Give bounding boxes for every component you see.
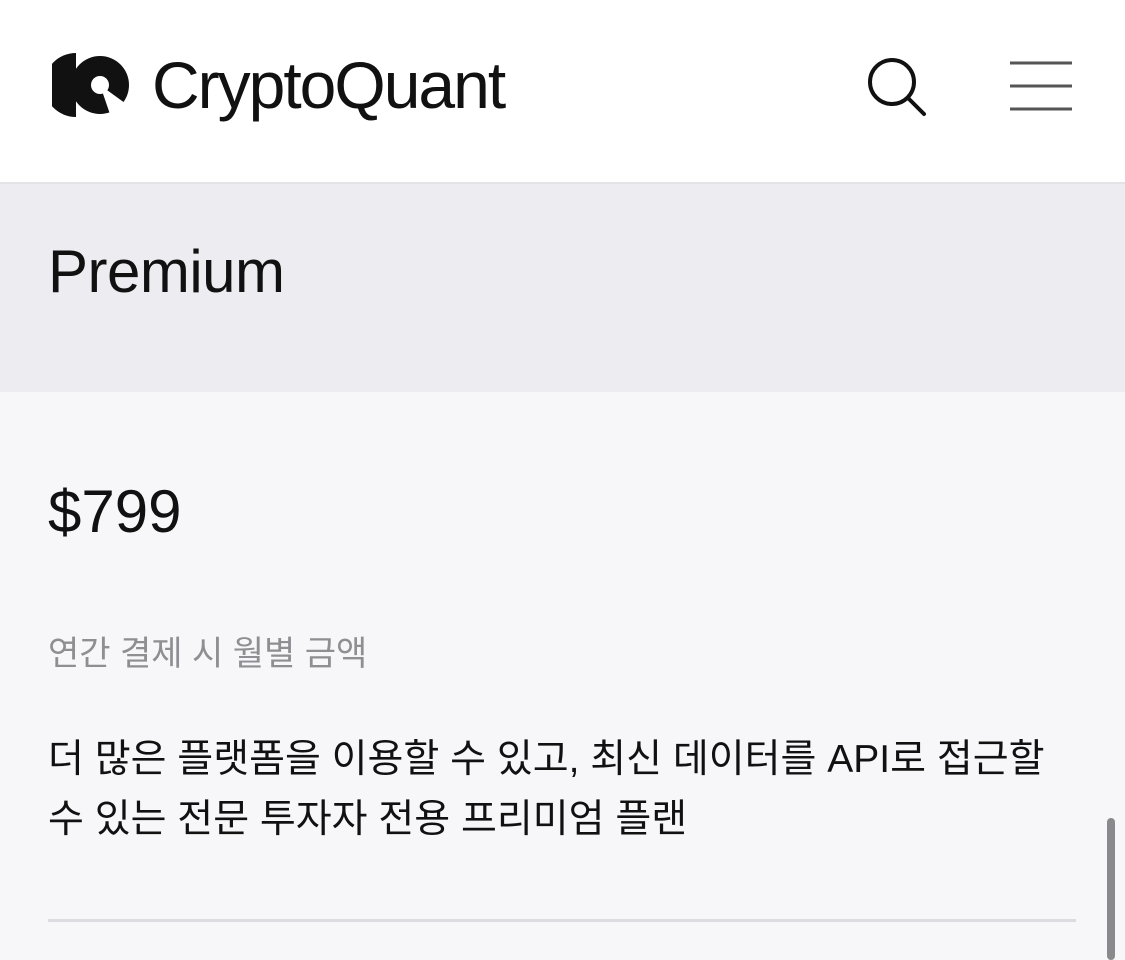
brand-name: CryptoQuant [152, 48, 506, 122]
plan-description: 더 많은 플랫폼을 이용할 수 있고, 최신 데이터를 API로 접근할 수 있… [48, 738, 1045, 841]
top-header: CryptoQuant [0, 0, 1125, 184]
search-button[interactable] [862, 52, 932, 122]
brand-logo[interactable]: CryptoQuant [52, 48, 506, 122]
section-divider [48, 919, 1076, 922]
search-icon [868, 58, 926, 116]
cryptoquant-logo-icon [52, 53, 129, 120]
plan-price: $799 [48, 478, 182, 545]
price-note: 연간 결제 시 월별 금액 [48, 635, 368, 673]
scrollbar[interactable] [1107, 818, 1115, 960]
menu-button[interactable] [1006, 55, 1076, 119]
plan-title: Premium [48, 238, 285, 305]
hamburger-menu-icon [1010, 61, 1072, 111]
